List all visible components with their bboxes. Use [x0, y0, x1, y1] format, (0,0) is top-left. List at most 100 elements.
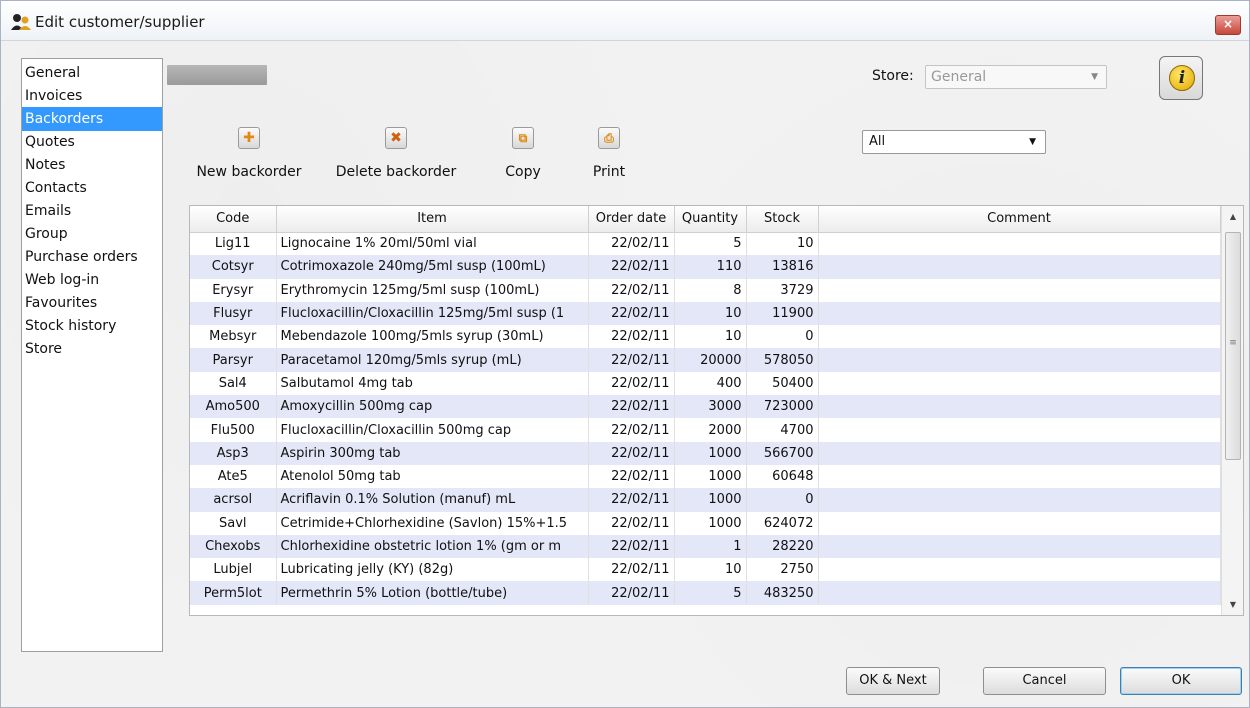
edit-customer-supplier-window: Edit customer/supplier × General Invoice…: [0, 0, 1250, 708]
cell-code: Cotsyr: [190, 255, 277, 279]
cell-order-date: 22/02/11: [588, 534, 675, 559]
cell-stock: 13816: [746, 255, 819, 279]
table-row[interactable]: Mebsyr Mebendazole 100mg/5mls syrup (30mL…: [190, 325, 1221, 349]
sidebar-item-emails[interactable]: Emails: [22, 199, 162, 223]
table-row[interactable]: Chexobs Chlorhexidine obstetric lotion 1%…: [190, 534, 1221, 559]
info-button[interactable]: i: [1159, 56, 1203, 100]
table-row[interactable]: Perm5lot Permethrin 5% Lotion (bottle/tub…: [190, 581, 1221, 605]
column-header-stock[interactable]: Stock: [746, 206, 819, 233]
cell-order-date: 22/02/11: [588, 301, 675, 326]
cell-stock: 0: [746, 325, 819, 349]
cell-comment: [818, 418, 1221, 442]
delete-backorder-button[interactable]: ✖ Delete backorder: [331, 127, 461, 180]
table-row[interactable]: Erysyr Erythromycin 125mg/5ml susp (100mL…: [190, 278, 1221, 302]
cell-item: Amoxycillin 500mg cap: [276, 395, 589, 419]
backorder-filter-select[interactable]: All ▼: [862, 130, 1046, 154]
table-row[interactable]: Sal4 Salbutamol 4mg tab 22/02/11 400 50400: [190, 371, 1221, 396]
add-icon: ✚: [238, 127, 260, 149]
column-header-code[interactable]: Code: [190, 206, 277, 233]
cell-quantity: 8: [674, 278, 747, 302]
sidebar-item-contacts[interactable]: Contacts: [22, 176, 162, 200]
sidebar-item-stock-history[interactable]: Stock history: [22, 314, 162, 338]
table-row[interactable]: Amo500 Amoxycillin 500mg cap 22/02/11 3000 7…: [190, 395, 1221, 419]
column-header-item[interactable]: Item: [276, 206, 589, 233]
table-header-row: Code Item Order date Quantity Stock Comm…: [190, 206, 1221, 233]
sidebar-item-notes[interactable]: Notes: [22, 153, 162, 177]
table-row[interactable]: acrsol Acriflavin 0.1% Solution (manuf) m…: [190, 488, 1221, 512]
table-row[interactable]: Lubjel Lubricating jelly (KY) (82g) 22/02/…: [190, 558, 1221, 582]
new-backorder-button[interactable]: ✚ New backorder: [193, 127, 305, 180]
title-bar: Edit customer/supplier ×: [1, 1, 1249, 41]
cell-comment: [818, 395, 1221, 419]
cell-code: Asp3: [190, 441, 277, 465]
cell-item: Erythromycin 125mg/5ml susp (100mL): [276, 278, 589, 302]
cell-code: Erysyr: [190, 278, 277, 302]
scroll-up-arrow-icon[interactable]: ▲: [1222, 212, 1244, 221]
cell-code: Mebsyr: [190, 325, 277, 349]
cell-quantity: 2000: [674, 418, 747, 442]
sidebar-item-invoices[interactable]: Invoices: [22, 84, 162, 108]
cell-code: Lubjel: [190, 558, 277, 582]
cell-comment: [818, 255, 1221, 279]
column-header-comment[interactable]: Comment: [818, 206, 1221, 233]
cell-quantity: 1000: [674, 441, 747, 465]
scroll-down-arrow-icon[interactable]: ▼: [1222, 600, 1244, 609]
table-row[interactable]: Cotsyr Cotrimoxazole 240mg/5ml susp (100m…: [190, 255, 1221, 279]
cell-code: acrsol: [190, 488, 277, 512]
sidebar-item-store[interactable]: Store: [22, 337, 162, 361]
cell-code: Parsyr: [190, 348, 277, 372]
cell-quantity: 5: [674, 232, 747, 256]
window-title: Edit customer/supplier: [35, 13, 205, 31]
sidebar-item-web-log-in[interactable]: Web log-in: [22, 268, 162, 292]
cell-code: Sal4: [190, 371, 277, 396]
cell-comment: [818, 301, 1221, 326]
cell-item: Paracetamol 120mg/5mls syrup (mL): [276, 348, 589, 372]
cell-item: Atenolol 50mg tab: [276, 464, 589, 489]
table-row[interactable]: Flu500 Flucloxacillin/Cloxacillin 500mg c…: [190, 418, 1221, 442]
table-row[interactable]: Parsyr Paracetamol 120mg/5mls syrup (mL) 2…: [190, 348, 1221, 372]
cell-comment: [818, 558, 1221, 582]
column-header-order-date[interactable]: Order date: [588, 206, 675, 233]
table-row[interactable]: Lig11 Lignocaine 1% 20ml/50ml vial 22/02/1…: [190, 232, 1221, 256]
sidebar-item-purchase-orders[interactable]: Purchase orders: [22, 245, 162, 269]
column-header-quantity[interactable]: Quantity: [674, 206, 747, 233]
sidebar-item-general[interactable]: General: [22, 61, 162, 85]
people-icon: [11, 14, 31, 30]
cell-stock: 2750: [746, 558, 819, 582]
sidebar-item-quotes[interactable]: Quotes: [22, 130, 162, 154]
cell-stock: 566700: [746, 441, 819, 465]
backorders-table: Code Item Order date Quantity Stock Comm…: [189, 205, 1244, 616]
cell-item: Lubricating jelly (KY) (82g): [276, 558, 589, 582]
cell-quantity: 110: [674, 255, 747, 279]
copy-button[interactable]: ⧉ Copy: [493, 127, 553, 180]
copy-icon: ⧉: [512, 127, 534, 149]
cell-item: Lignocaine 1% 20ml/50ml vial: [276, 232, 589, 256]
cell-item: Mebendazole 100mg/5mls syrup (30mL): [276, 325, 589, 349]
scrollbar-thumb[interactable]: ≡: [1225, 232, 1241, 460]
print-button[interactable]: ⎙ Print: [581, 127, 637, 180]
new-backorder-label: New backorder: [196, 164, 302, 180]
cancel-button[interactable]: Cancel: [983, 667, 1106, 695]
table-row[interactable]: Ate5 Atenolol 50mg tab 22/02/11 1000 60648: [190, 464, 1221, 489]
ok-button[interactable]: OK: [1120, 667, 1242, 695]
cell-comment: [818, 232, 1221, 256]
store-select[interactable]: General ▼: [925, 65, 1107, 89]
cell-stock: 4700: [746, 418, 819, 442]
sidebar-item-favourites[interactable]: Favourites: [22, 291, 162, 315]
cell-comment: [818, 278, 1221, 302]
cell-comment: [818, 325, 1221, 349]
cell-item: Aspirin 300mg tab: [276, 441, 589, 465]
cell-stock: 3729: [746, 278, 819, 302]
print-icon: ⎙: [598, 127, 620, 149]
table-row[interactable]: Flusyr Flucloxacillin/Cloxacillin 125mg/5…: [190, 301, 1221, 326]
sidebar-item-backorders[interactable]: Backorders: [22, 107, 162, 131]
table-vertical-scrollbar[interactable]: ▲ ≡ ▼: [1221, 206, 1243, 615]
table-row[interactable]: Asp3 Aspirin 300mg tab 22/02/11 1000 566700: [190, 441, 1221, 465]
close-button[interactable]: ×: [1215, 15, 1241, 35]
ok-next-button[interactable]: OK & Next: [846, 667, 940, 695]
sidebar-item-group[interactable]: Group: [22, 222, 162, 246]
cell-comment: [818, 371, 1221, 396]
table-row[interactable]: Savl Cetrimide+Chlorhexidine (Savlon) 15%…: [190, 511, 1221, 535]
cell-comment: [818, 441, 1221, 465]
cell-order-date: 22/02/11: [588, 278, 675, 302]
